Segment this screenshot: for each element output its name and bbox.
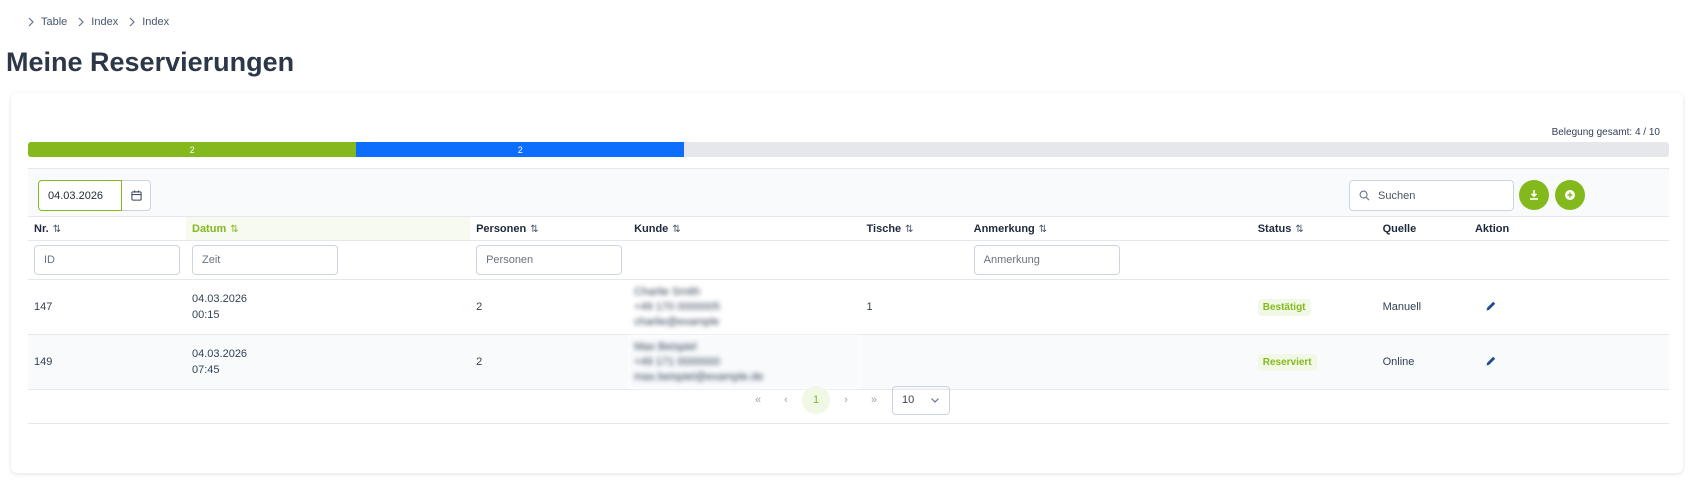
sort-icon: ⇅: [230, 223, 239, 235]
sort-icon: ⇅: [672, 223, 681, 235]
column-header-kunde[interactable]: Kunde ⇅: [628, 216, 861, 241]
breadcrumb-item-current: Index: [127, 16, 169, 28]
page-title: Meine Reservierungen: [6, 47, 295, 77]
cell-nr: 149: [28, 334, 186, 390]
cell-quelle: Online: [1376, 334, 1469, 390]
date-picker: 04.03.2026: [38, 180, 151, 211]
cell-datum: 04.03.2026 07:45: [186, 334, 471, 390]
persons-filter-input[interactable]: Personen: [476, 245, 623, 275]
column-header-status[interactable]: Status ⇅: [1251, 216, 1377, 241]
cell-datum: 04.03.2026 00:15: [186, 279, 471, 335]
reservations-card: Belegung gesamt: 4 / 10 2 2 04.03.2026 S…: [11, 93, 1683, 473]
chevron-down-icon: [931, 398, 939, 403]
cell-anmerkung: [967, 334, 1252, 390]
edit-button[interactable]: [1485, 355, 1497, 370]
cell-nr: 147: [28, 279, 186, 335]
breadcrumb-item-table[interactable]: Table: [26, 16, 67, 28]
chevron-right-icon: [78, 17, 85, 27]
cell-anmerkung: [967, 279, 1252, 335]
search-placeholder: Suchen: [1378, 189, 1416, 202]
search-icon: [1359, 190, 1370, 201]
date-input[interactable]: 04.03.2026: [38, 180, 122, 211]
breadcrumb-item-index[interactable]: Index: [76, 16, 118, 28]
cell-tische: [860, 334, 968, 390]
column-header-quelle: Quelle: [1376, 216, 1469, 241]
cell-aktion: [1468, 334, 1669, 390]
reservations-table: Nr. ⇅ Datum ⇅ Personen ⇅ Kunde ⇅ Tische ⇅ Anm…: [28, 216, 1669, 390]
page-1-button[interactable]: 1: [802, 386, 830, 414]
search-input[interactable]: Suchen: [1349, 180, 1514, 211]
occupancy-segment-reserved: 2: [356, 142, 685, 157]
first-page-button[interactable]: «: [744, 386, 772, 414]
column-header-anmerkung[interactable]: Anmerkung ⇅: [967, 216, 1252, 241]
id-filter-input[interactable]: ID: [34, 245, 180, 275]
sort-icon: ⇅: [905, 223, 914, 235]
sort-icon: ⇅: [52, 223, 62, 235]
cell-aktion: [1468, 279, 1669, 335]
occupancy-progress-bar: 2 2: [28, 142, 1669, 157]
breadcrumb: Table Index Index: [26, 16, 178, 28]
cell-personen: 2: [470, 334, 629, 390]
note-filter-input[interactable]: Anmerkung: [973, 245, 1120, 275]
edit-button[interactable]: [1485, 300, 1497, 315]
cell-quelle: Manuell: [1376, 279, 1469, 335]
column-header-aktion: Aktion: [1468, 216, 1669, 241]
occupancy-segment-confirmed: 2: [28, 142, 357, 157]
edit-icon: [1486, 301, 1496, 310]
calendar-icon: [130, 190, 142, 201]
column-header-tische[interactable]: Tische ⇅: [860, 216, 968, 241]
column-header-nr[interactable]: Nr. ⇅: [28, 216, 186, 241]
table-toolbar: 04.03.2026 Suchen: [28, 168, 1669, 216]
column-header-datum[interactable]: Datum ⇅: [186, 216, 471, 241]
table-footer-divider: [28, 423, 1669, 424]
status-badge: Reserviert: [1257, 353, 1317, 371]
download-button[interactable]: [1519, 180, 1549, 210]
chevron-right-icon: [129, 17, 136, 27]
sort-icon: ⇅: [530, 223, 539, 235]
prev-page-button[interactable]: ‹: [772, 386, 800, 414]
time-filter-input[interactable]: Zeit: [192, 245, 338, 275]
last-page-button[interactable]: »: [860, 386, 888, 414]
cell-kunde: Max Beispiel +49 171 0000000 max.beispie…: [628, 334, 861, 390]
sort-icon: ⇅: [1038, 223, 1048, 235]
calendar-button[interactable]: [122, 180, 151, 211]
cell-kunde: Charlie Smith +49 170 0000005 charlie@ex…: [628, 279, 861, 335]
occupancy-total-label: Belegung gesamt: 4 / 10: [1551, 127, 1660, 138]
cell-status: Bestätigt: [1251, 279, 1377, 335]
column-header-personen[interactable]: Personen ⇅: [470, 216, 629, 241]
filter-row: ID Zeit Personen Anmerkung: [28, 240, 1669, 280]
status-badge: Bestätigt: [1257, 298, 1311, 316]
cell-status: Reserviert: [1251, 334, 1377, 390]
cell-personen: 2: [470, 279, 629, 335]
rows-per-page-select[interactable]: 10: [892, 385, 950, 415]
table-header: Nr. ⇅ Datum ⇅ Personen ⇅ Kunde ⇅ Tische ⇅ Anm…: [28, 216, 1669, 241]
edit-icon: [1486, 356, 1496, 365]
add-icon: [1565, 190, 1575, 200]
table-row[interactable]: 147 04.03.2026 00:15 2 Charlie Smith +49…: [28, 279, 1669, 335]
next-page-button[interactable]: ›: [832, 386, 860, 414]
sort-icon: ⇅: [1295, 223, 1304, 235]
chevron-right-icon: [28, 17, 34, 27]
add-reservation-button[interactable]: [1555, 180, 1585, 210]
pagination: « ‹ 1 › » 10: [11, 385, 1683, 415]
cell-tische: 1: [860, 279, 968, 335]
table-row[interactable]: 149 04.03.2026 07:45 2 Max Beispiel +49 …: [28, 334, 1669, 390]
download-icon: [1530, 190, 1538, 200]
